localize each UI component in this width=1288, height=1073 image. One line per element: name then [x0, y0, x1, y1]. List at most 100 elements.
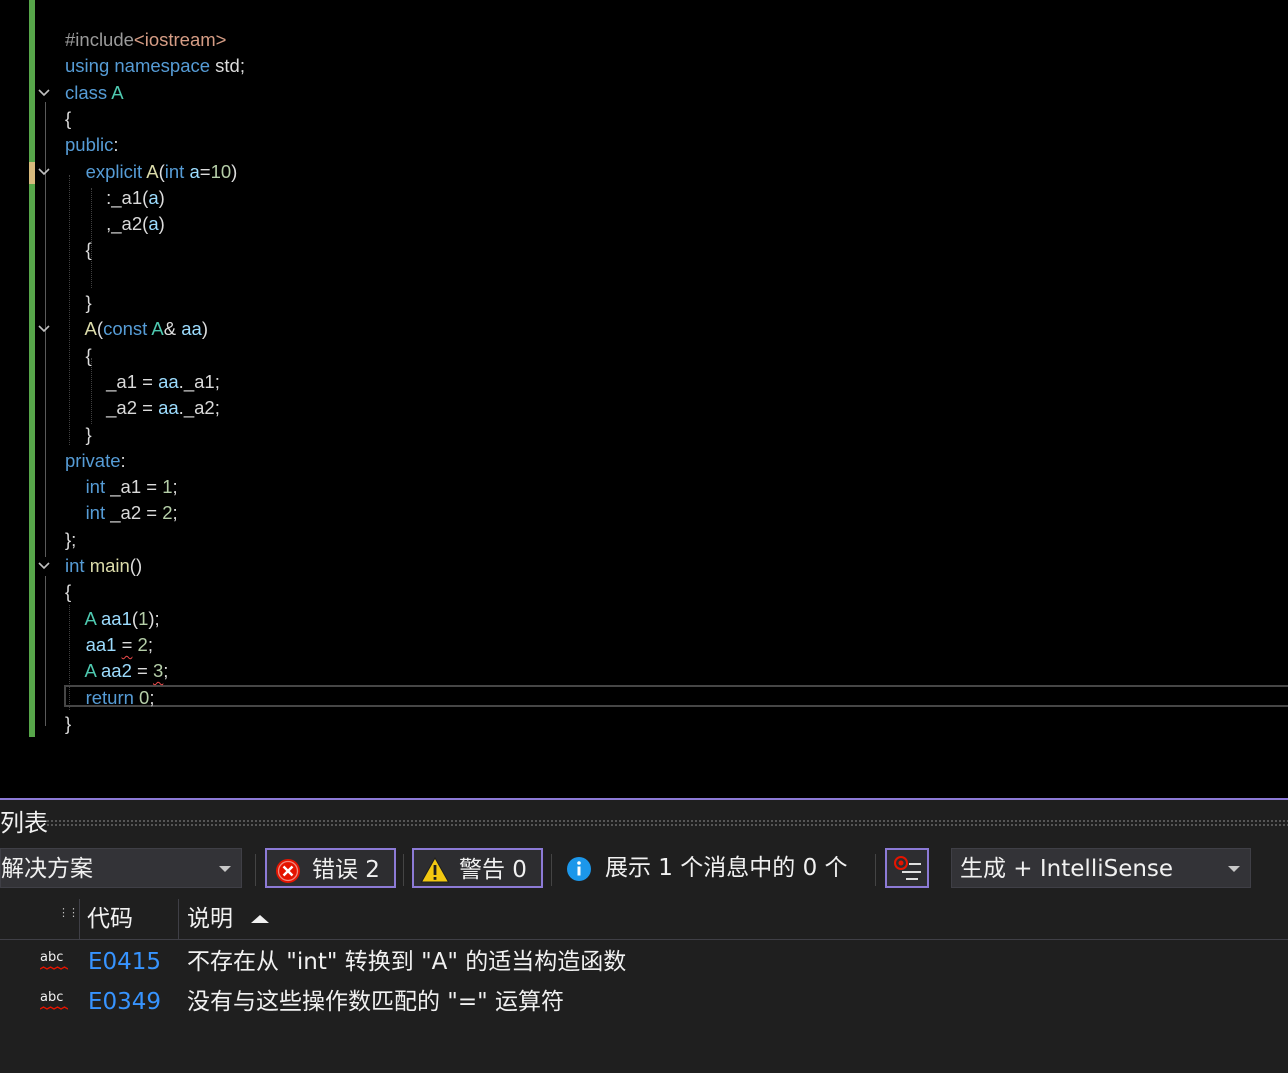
code-token: ; [214, 397, 220, 419]
unsaved-change-marker [29, 162, 35, 184]
code-token: 2 [162, 502, 173, 524]
warning-icon [420, 856, 450, 897]
column-header-description[interactable]: 说明 [187, 899, 233, 939]
code-token: int [85, 476, 106, 498]
code-line-text: int _a2 = 2; [65, 500, 178, 526]
code-line-text: A aa2 = 3; [65, 658, 169, 684]
code-token: ; [214, 370, 220, 392]
column-chooser-icon[interactable]: ⋮⋮ [58, 893, 79, 933]
code-token: : [65, 186, 112, 208]
column-separator[interactable] [79, 899, 80, 939]
code-token: A [84, 660, 96, 682]
error-squiggle-token: 3 [152, 660, 164, 682]
code-token: = [131, 660, 153, 682]
code-token: A [84, 607, 96, 629]
code-token: ) [201, 318, 208, 340]
toolbar-separator [403, 854, 404, 886]
code-line-text: private: [65, 448, 126, 474]
messages-filter-button[interactable]: 展示 1 个消息中的 0 个 [560, 848, 860, 888]
error-row[interactable]: abc E0349 没有与这些操作数匹配的 "=" 运算符 [0, 982, 1288, 1022]
code-line-text: using namespace std; [65, 53, 245, 79]
code-line-text: { [65, 343, 92, 369]
code-line-text: A aa1(1); [65, 606, 160, 632]
code-token: _a1 [111, 186, 143, 208]
code-token: std; [210, 55, 245, 77]
code-token: ; [172, 502, 178, 524]
code-token: & [163, 318, 182, 340]
chevron-down-icon [1228, 866, 1240, 872]
error-code-link[interactable]: E0349 [88, 982, 161, 1022]
code-token: 1 [138, 607, 149, 629]
code-token: ) [158, 186, 165, 208]
code-token: ; [172, 476, 178, 498]
code-line-text: }; [65, 527, 76, 553]
code-token: { [65, 107, 72, 129]
code-token: { [65, 239, 92, 261]
code-token: _a1 [106, 370, 137, 392]
code-token: #include [65, 29, 134, 50]
column-header-code[interactable]: 代码 [87, 899, 133, 939]
error-icon [275, 857, 301, 897]
squiggle-icon [40, 1006, 68, 1010]
code-editor[interactable]: #include<iostream> using namespace std; cl… [0, 0, 1288, 798]
code-line-text: } [65, 290, 92, 316]
code-token: = [199, 160, 211, 182]
code-token: int [164, 160, 185, 182]
code-token: } [65, 712, 72, 734]
fold-toggle-icon[interactable] [38, 80, 52, 106]
code-line-text: :_a1(a) [65, 185, 165, 211]
code-token: ) [231, 160, 238, 182]
filter-options-button[interactable] [885, 848, 929, 888]
build-intellisense-dropdown[interactable]: 生成 + IntelliSense [951, 848, 1251, 888]
code-token: , [65, 213, 112, 235]
error-list-toolbar: 解决方案 错误 2 警告 0 展示 1 个消息中的 0 个 生成 + Intel… [0, 848, 1288, 892]
build-dropdown-value: 生成 + IntelliSense [960, 856, 1174, 882]
error-description: 不存在从 "int" 转换到 "A" 的适当构造函数 [187, 949, 627, 975]
code-line-text: _a2 = aa._a2; [65, 395, 220, 421]
code-token: _a2 [106, 397, 137, 419]
code-token: const [103, 318, 148, 340]
code-line-text: { [65, 237, 92, 263]
messages-filter-label: 展示 1 个消息中的 0 个 [605, 855, 848, 881]
code-token: A [146, 160, 159, 182]
error-code-link[interactable]: E0415 [88, 942, 161, 982]
warnings-filter-label: 警告 0 [459, 857, 527, 883]
toolbar-separator [551, 854, 552, 886]
scope-dropdown-value: 解决方案 [1, 856, 93, 882]
fold-toggle-icon[interactable] [38, 159, 52, 185]
code-token: explicit [85, 160, 143, 182]
code-line-text: ,_a2(a) [65, 211, 165, 237]
code-token: aa1 [101, 607, 132, 629]
code-token: = [137, 397, 159, 419]
squiggle-icon [40, 966, 68, 970]
code-token: aa [158, 397, 179, 419]
code-token: A [84, 318, 97, 340]
code-line-text: #include<iostream> [65, 27, 226, 53]
scope-dropdown[interactable]: 解决方案 [0, 848, 242, 888]
code-token: aa1 [85, 633, 117, 655]
code-line-text: { [65, 106, 71, 132]
warnings-filter-button[interactable]: 警告 0 [412, 848, 543, 888]
error-row[interactable]: abc E0415 不存在从 "int" 转换到 "A" 的适当构造函数 [0, 942, 1288, 982]
column-separator[interactable] [178, 899, 179, 939]
code-token: int [85, 502, 106, 524]
code-token: class [65, 81, 108, 103]
intellisense-error-icon: abc [40, 950, 64, 965]
panel-title-grip[interactable] [46, 819, 1288, 827]
errors-filter-button[interactable]: 错误 2 [265, 848, 396, 888]
code-token: using [65, 55, 110, 77]
code-token: 0 [139, 686, 150, 708]
error-list-panel: 列表 解决方案 错误 2 警告 0 展示 1 个消息中的 0 个 生成 + In… [0, 798, 1288, 1073]
fold-toggle-icon[interactable] [38, 553, 52, 579]
sort-ascending-icon [251, 915, 269, 923]
code-token: _a2 [110, 502, 142, 524]
code-line-text: } [65, 711, 71, 737]
intellisense-error-icon: abc [40, 990, 64, 1005]
code-line-text: explicit A(int a=10) [65, 159, 238, 185]
code-token: = [141, 502, 163, 524]
fold-toggle-icon[interactable] [38, 316, 52, 342]
code-token: namespace [114, 55, 211, 77]
